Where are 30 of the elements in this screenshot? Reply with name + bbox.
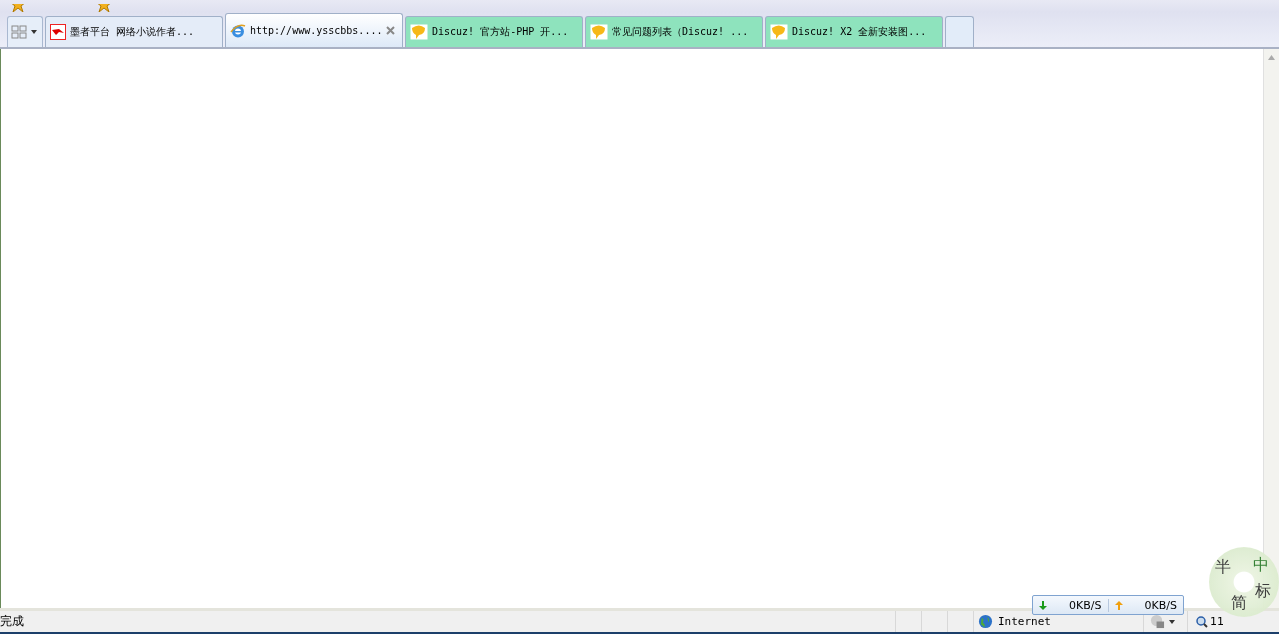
upload-arrow-icon bbox=[1114, 600, 1123, 610]
browser-tab[interactable]: Discuz! X2 全新安装图... bbox=[765, 16, 943, 47]
zone-text: Internet bbox=[998, 615, 1051, 628]
dropdown-arrow-icon[interactable] bbox=[30, 29, 38, 35]
zoom-level[interactable]: 11 bbox=[1210, 615, 1224, 628]
widget-char: 标 bbox=[1255, 581, 1271, 602]
new-tab-button[interactable] bbox=[945, 16, 974, 47]
zoom-icon[interactable] bbox=[1196, 615, 1208, 628]
globe-icon bbox=[978, 614, 993, 629]
widget-char: 半 bbox=[1215, 557, 1231, 578]
download-speed: 0KB/S bbox=[1069, 598, 1102, 612]
widget-char: 简 bbox=[1231, 593, 1247, 614]
star-icon[interactable] bbox=[96, 4, 112, 12]
status-text: 完成 bbox=[0, 613, 25, 630]
browser-tab[interactable]: 常见问题列表（Discuz! ... bbox=[585, 16, 763, 47]
upload-speed: 0KB/S bbox=[1144, 598, 1177, 612]
speech-bubble-icon bbox=[410, 24, 428, 40]
close-icon[interactable] bbox=[386, 26, 396, 35]
speech-bubble-icon bbox=[770, 24, 788, 40]
browser-tab[interactable]: Discuz! 官方站-PHP 开... bbox=[405, 16, 583, 47]
widget-char: 中 bbox=[1253, 555, 1269, 576]
bird-logo-icon bbox=[50, 24, 66, 40]
browser-tab[interactable]: http://www.ysscbbs.... bbox=[225, 13, 403, 47]
dropdown-arrow-icon[interactable] bbox=[1168, 618, 1176, 625]
star-icon[interactable] bbox=[10, 4, 26, 12]
scroll-up-icon[interactable] bbox=[1268, 55, 1275, 60]
browser-tab[interactable]: 墨者平台 网络小说作者... bbox=[45, 16, 223, 47]
globe-e-icon bbox=[230, 22, 246, 39]
speech-bubble-icon bbox=[590, 24, 608, 40]
download-arrow-icon bbox=[1039, 600, 1047, 610]
